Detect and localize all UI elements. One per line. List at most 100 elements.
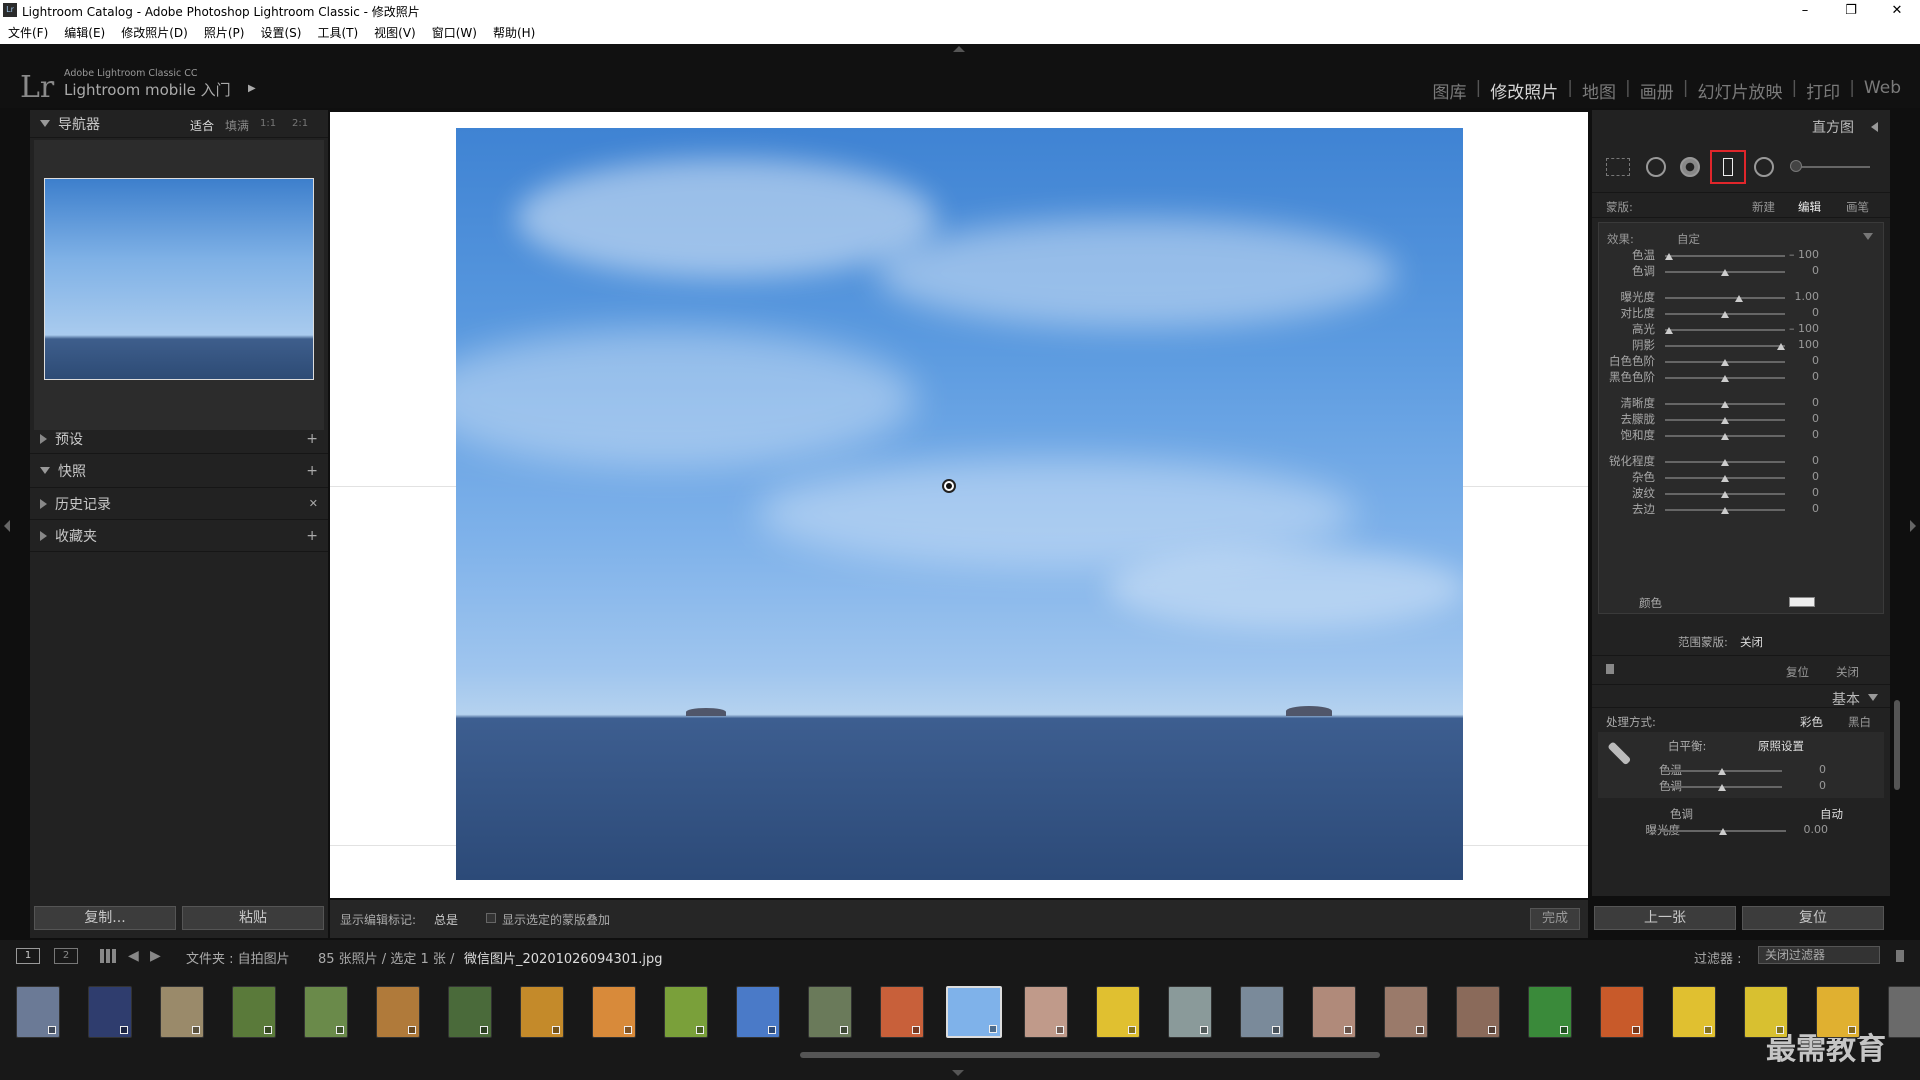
- graduated-filter-tool-icon[interactable]: [1710, 150, 1746, 184]
- filmstrip-thumbnail[interactable]: [1456, 986, 1500, 1038]
- file-name[interactable]: 微信图片_20201026094301.jpg: [464, 948, 663, 967]
- menu-window[interactable]: 窗口(W): [432, 22, 477, 44]
- adjust-slider-track[interactable]: [1665, 255, 1785, 257]
- maximize-button[interactable]: ❐: [1828, 0, 1874, 22]
- tone-auto-button[interactable]: 自动: [1820, 806, 1843, 822]
- adjust-slider-track[interactable]: [1665, 297, 1785, 299]
- exposure-slider-value[interactable]: 0.00: [1788, 823, 1829, 836]
- snapshots-header[interactable]: 快照 +: [30, 454, 328, 488]
- adjust-slider-value[interactable]: 1.00: [1779, 290, 1820, 303]
- crop-overlay-tool-icon[interactable]: [1606, 158, 1630, 176]
- effect-select[interactable]: 自定: [1677, 231, 1700, 247]
- adjust-slider-thumb[interactable]: [1721, 507, 1729, 514]
- adjust-slider-track[interactable]: [1665, 329, 1785, 331]
- filmstrip-thumbnail[interactable]: [664, 986, 708, 1038]
- adjust-slider-value[interactable]: 100: [1779, 338, 1819, 351]
- overlay-checkbox[interactable]: [486, 913, 496, 923]
- exposure-slider-thumb[interactable]: [1719, 828, 1727, 835]
- adjustment-brush-icon[interactable]: [1790, 160, 1802, 172]
- adjust-slider-value[interactable]: 0: [1779, 470, 1819, 483]
- mask-new[interactable]: 新建: [1752, 199, 1775, 215]
- right-panel-scrollbar[interactable]: [1894, 700, 1900, 790]
- adjust-slider-thumb[interactable]: [1721, 417, 1729, 424]
- filmstrip-toggle-icon[interactable]: [952, 1070, 964, 1076]
- adjust-slider-value[interactable]: 0: [1779, 502, 1819, 515]
- second-window-button[interactable]: 2: [54, 948, 78, 964]
- adjust-slider-thumb[interactable]: [1721, 269, 1729, 276]
- adjust-slider-thumb[interactable]: [1721, 311, 1729, 318]
- wb-slider-value[interactable]: 0: [1786, 763, 1826, 776]
- minimize-button[interactable]: –: [1782, 0, 1828, 22]
- zoom-fill[interactable]: 填满: [225, 117, 249, 134]
- main-window-button[interactable]: 1: [16, 948, 40, 964]
- basic-collapse-icon[interactable]: [1868, 694, 1878, 701]
- spot-removal-tool-icon[interactable]: [1646, 157, 1666, 177]
- adjust-slider-thumb[interactable]: [1721, 491, 1729, 498]
- filmstrip-thumbnail[interactable]: [946, 986, 1002, 1038]
- treatment-color[interactable]: 彩色: [1800, 714, 1823, 730]
- adjust-slider-thumb[interactable]: [1721, 401, 1729, 408]
- wb-select[interactable]: 原照设置: [1758, 738, 1804, 754]
- forward-arrow-icon[interactable]: ▶: [150, 948, 161, 964]
- menu-settings[interactable]: 设置(S): [260, 22, 301, 44]
- adjust-slider-value[interactable]: 0: [1779, 396, 1819, 409]
- zoom-2-1[interactable]: 2:1: [292, 118, 308, 129]
- navigator-thumbnail[interactable]: [44, 178, 314, 380]
- adjust-slider-thumb[interactable]: [1664, 253, 1673, 260]
- filmstrip-thumbnail[interactable]: [1816, 986, 1860, 1038]
- filmstrip-thumbnail[interactable]: [304, 986, 348, 1038]
- filmstrip-scrollbar[interactable]: [800, 1052, 1380, 1058]
- filmstrip-thumbnail[interactable]: [1240, 986, 1284, 1038]
- adjust-slider-value[interactable]: 0: [1779, 354, 1819, 367]
- adjust-slider-value[interactable]: – 100: [1779, 322, 1819, 335]
- left-panel-toggle-icon[interactable]: [4, 520, 10, 532]
- top-panel-toggle-icon[interactable]: [953, 46, 965, 52]
- module-web[interactable]: Web: [1855, 78, 1910, 103]
- module-print[interactable]: 打印: [1797, 78, 1849, 103]
- filmstrip-thumbnail[interactable]: [1096, 986, 1140, 1038]
- add-snapshot-icon[interactable]: +: [306, 463, 318, 479]
- filmstrip-thumbnail[interactable]: [16, 986, 60, 1038]
- filmstrip-thumbnail[interactable]: [232, 986, 276, 1038]
- effect-collapse-icon[interactable]: [1863, 233, 1873, 240]
- close-button[interactable]: ✕: [1874, 0, 1920, 22]
- red-eye-tool-icon[interactable]: [1680, 157, 1700, 177]
- adjust-slider-value[interactable]: 0: [1779, 486, 1819, 499]
- menu-edit[interactable]: 编辑(E): [64, 22, 105, 44]
- range-mask-select[interactable]: 关闭: [1740, 634, 1763, 650]
- basic-header[interactable]: 基本: [1592, 684, 1890, 708]
- module-map[interactable]: 地图: [1573, 78, 1625, 103]
- adjust-slider-value[interactable]: 0: [1779, 306, 1819, 319]
- adjust-slider-value[interactable]: 0: [1779, 428, 1819, 441]
- color-swatch[interactable]: [1789, 597, 1815, 607]
- navigator-header[interactable]: 导航器 适合 填满 1:1 2:1: [30, 110, 328, 138]
- zoom-fit[interactable]: 适合: [190, 117, 214, 134]
- filmstrip-thumbnail[interactable]: [1168, 986, 1212, 1038]
- adjust-slider-value[interactable]: 0: [1779, 264, 1819, 277]
- grid-view-icon[interactable]: [100, 949, 116, 963]
- treatment-bw[interactable]: 黑白: [1848, 714, 1871, 730]
- done-button[interactable]: 完成: [1530, 908, 1580, 930]
- menu-photo[interactable]: 照片(P): [204, 22, 245, 44]
- adjust-slider-value[interactable]: 0: [1779, 454, 1819, 467]
- adjust-slider-thumb[interactable]: [1735, 295, 1744, 302]
- previous-button[interactable]: 上一张: [1594, 906, 1736, 930]
- menu-view[interactable]: 视图(V): [374, 22, 416, 44]
- filmstrip-thumbnail[interactable]: [520, 986, 564, 1038]
- module-book[interactable]: 画册: [1631, 78, 1683, 103]
- add-collection-icon[interactable]: +: [306, 528, 318, 544]
- adjust-slider-value[interactable]: – 100: [1779, 248, 1819, 261]
- mask-toggle-switch[interactable]: [1606, 664, 1614, 674]
- collections-header[interactable]: 收藏夹 +: [30, 520, 328, 552]
- wb-slider-value[interactable]: 0: [1786, 779, 1826, 792]
- adjust-slider-thumb[interactable]: [1721, 433, 1729, 440]
- module-library[interactable]: 图库: [1424, 78, 1476, 103]
- gradient-pin-icon[interactable]: [942, 479, 956, 493]
- expand-triangle-icon[interactable]: [40, 530, 47, 541]
- mobile-link[interactable]: Lightroom mobile 入门: [64, 79, 231, 100]
- adjustment-brush-slider[interactable]: [1790, 166, 1870, 168]
- filmstrip-thumbnail[interactable]: [736, 986, 780, 1038]
- clear-history-icon[interactable]: ✕: [309, 497, 318, 510]
- filmstrip-thumbnail[interactable]: [1312, 986, 1356, 1038]
- collapse-triangle-icon[interactable]: [40, 120, 50, 127]
